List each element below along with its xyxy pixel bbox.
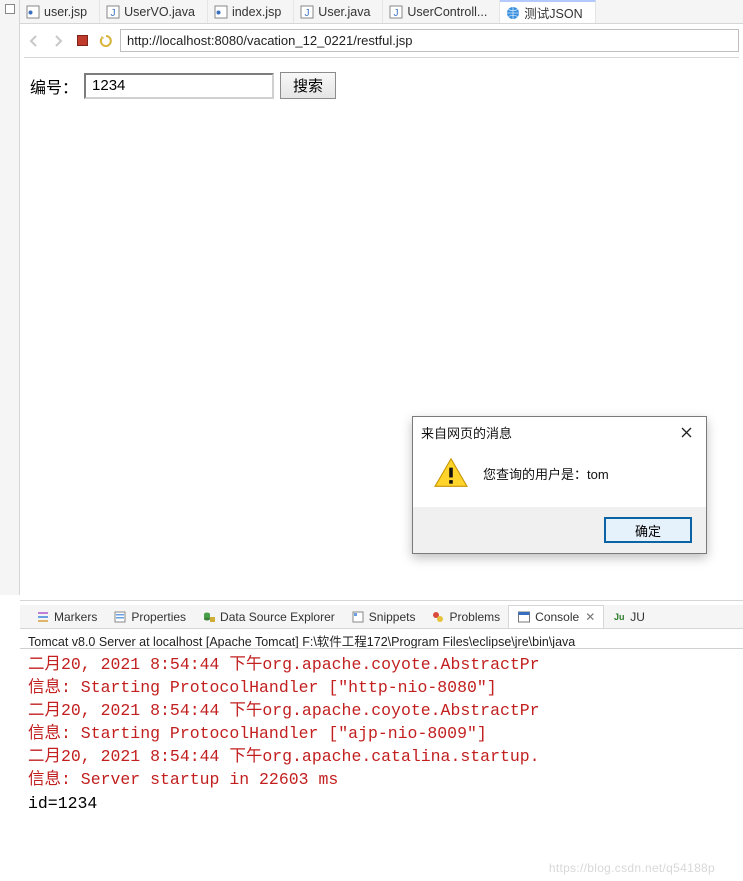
view-tab-label: Console bbox=[535, 610, 579, 624]
view-tab-label: Problems bbox=[449, 610, 500, 624]
editor-tab-4[interactable]: J UserControll... bbox=[383, 0, 500, 23]
id-label: 编号： bbox=[30, 74, 78, 98]
alert-ok-button[interactable]: 确定 bbox=[604, 517, 692, 543]
url-input[interactable]: http://localhost:8080/vacation_12_0221/r… bbox=[120, 29, 739, 52]
id-input[interactable] bbox=[84, 73, 274, 99]
view-tab-label: JU bbox=[630, 610, 645, 624]
view-tab-strip: Markers Properties Data Source Explorer Sni… bbox=[20, 605, 743, 629]
view-tab-properties[interactable]: Properties bbox=[105, 605, 194, 628]
alert-title: 来自网页的消息 bbox=[421, 423, 512, 442]
bottom-panel: Markers Properties Data Source Explorer Sni… bbox=[20, 600, 743, 881]
console-icon bbox=[517, 610, 531, 624]
svg-text:J: J bbox=[305, 8, 310, 19]
close-icon bbox=[681, 427, 692, 438]
data-source-icon bbox=[202, 610, 216, 624]
console-line: 二月20, 2021 8:54:44 下午org.apache.coyote.A… bbox=[28, 701, 540, 720]
stop-icon bbox=[77, 35, 88, 46]
search-button[interactable]: 搜索 bbox=[280, 72, 336, 99]
console-line: id=1234 bbox=[28, 794, 97, 813]
java-icon: J bbox=[389, 5, 403, 19]
console-line: 信息: Starting ProtocolHandler ["http-nio-… bbox=[28, 678, 497, 697]
page-canvas: 编号： 搜索 来自网页的消息 您查询的用户是：to bbox=[24, 57, 739, 595]
stop-button[interactable] bbox=[72, 31, 92, 51]
forward-button[interactable] bbox=[48, 31, 68, 51]
editor-tab-5[interactable]: 测试JSON bbox=[500, 0, 595, 23]
browser-toolbar: http://localhost:8080/vacation_12_0221/r… bbox=[24, 28, 739, 53]
view-tab-console[interactable]: Console ✕ bbox=[508, 605, 604, 628]
view-tab-data-source-explorer[interactable]: Data Source Explorer bbox=[194, 605, 343, 628]
alert-message: 您查询的用户是：tom bbox=[483, 464, 609, 483]
view-tab-label: Snippets bbox=[369, 610, 416, 624]
alert-dialog: 来自网页的消息 您查询的用户是：tom 确定 bbox=[412, 416, 707, 554]
view-tab-markers[interactable]: Markers bbox=[28, 605, 105, 628]
internal-browser: http://localhost:8080/vacation_12_0221/r… bbox=[20, 24, 743, 595]
markers-icon bbox=[36, 610, 50, 624]
problems-icon bbox=[431, 610, 445, 624]
console-line: 信息: Starting ProtocolHandler ["ajp-nio-8… bbox=[28, 724, 487, 743]
warning-icon bbox=[433, 457, 469, 489]
editor-tab-strip: user.jspJUserVO.javaindex.jspJUser.javaJ… bbox=[20, 0, 743, 24]
view-tab-label: Data Source Explorer bbox=[220, 610, 335, 624]
editor-tab-label: index.jsp bbox=[232, 5, 281, 19]
view-tab-close-icon[interactable]: ✕ bbox=[585, 610, 595, 624]
editor-area: user.jspJUserVO.javaindex.jspJUser.javaJ… bbox=[20, 0, 743, 595]
editor-tab-2[interactable]: index.jsp bbox=[208, 0, 294, 23]
view-tab-snippets[interactable]: Snippets bbox=[343, 605, 424, 628]
editor-tab-label: 测试JSON bbox=[524, 3, 582, 22]
console-line: 信息: Server startup in 22603 ms bbox=[28, 770, 338, 789]
properties-icon bbox=[113, 610, 127, 624]
alert-footer: 确定 bbox=[413, 507, 706, 553]
editor-tab-3[interactable]: J User.java bbox=[294, 0, 383, 23]
svg-text:J: J bbox=[394, 8, 399, 19]
alert-close-button[interactable] bbox=[674, 421, 698, 443]
editor-tab-label: user.jsp bbox=[44, 5, 87, 19]
globe-icon bbox=[506, 6, 520, 20]
vertical-ruler bbox=[0, 0, 20, 595]
url-text: http://localhost:8080/vacation_12_0221/r… bbox=[127, 33, 412, 48]
java-icon: J bbox=[106, 5, 120, 19]
editor-tab-label: User.java bbox=[318, 5, 370, 19]
svg-text:J: J bbox=[111, 8, 116, 19]
editor-tab-label: UserVO.java bbox=[124, 5, 195, 19]
outline-toggle-icon[interactable] bbox=[5, 4, 15, 14]
alert-titlebar[interactable]: 来自网页的消息 bbox=[413, 417, 706, 447]
editor-tab-1[interactable]: J UserVO.java bbox=[100, 0, 208, 23]
console-line: 二月20, 2021 8:54:44 下午org.apache.catalina… bbox=[28, 747, 540, 766]
view-tab-label: Markers bbox=[54, 610, 97, 624]
search-form: 编号： 搜索 bbox=[30, 72, 733, 99]
snippets-icon bbox=[351, 610, 365, 624]
view-tab-problems[interactable]: Problems bbox=[423, 605, 508, 628]
editor-tab-0[interactable]: user.jsp bbox=[20, 0, 100, 23]
editor-tab-label: UserControll... bbox=[407, 5, 487, 19]
view-tab-ju[interactable]: Ju JU bbox=[604, 605, 653, 628]
java-icon: J bbox=[300, 5, 314, 19]
console-output[interactable]: 二月20, 2021 8:54:44 下午org.apache.coyote.A… bbox=[20, 649, 743, 881]
jsp-icon bbox=[26, 5, 40, 19]
jsp-icon bbox=[214, 5, 228, 19]
refresh-button[interactable] bbox=[96, 31, 116, 51]
console-line: 二月20, 2021 8:54:44 下午org.apache.coyote.A… bbox=[28, 655, 540, 674]
console-breadcrumb: Tomcat v8.0 Server at localhost [Apache … bbox=[20, 629, 743, 649]
back-button[interactable] bbox=[24, 31, 44, 51]
junit-icon: Ju bbox=[612, 610, 626, 624]
view-tab-label: Properties bbox=[131, 610, 186, 624]
